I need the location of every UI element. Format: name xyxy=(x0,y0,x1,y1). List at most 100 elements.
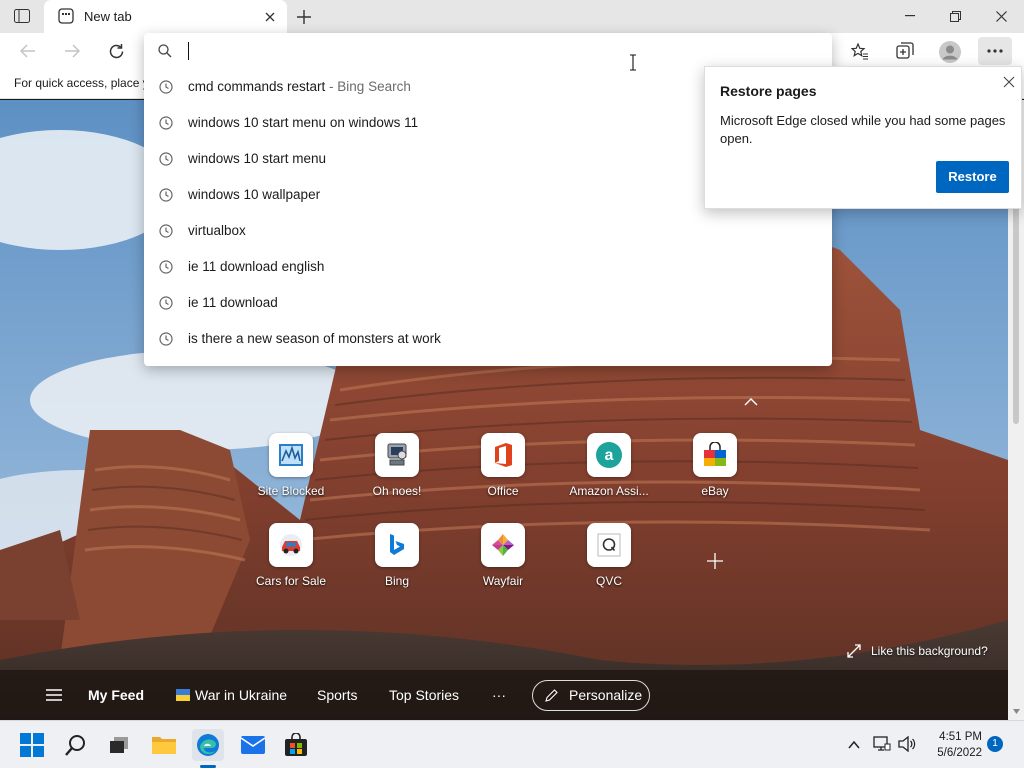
address-bar[interactable] xyxy=(144,33,832,69)
restore-button[interactable]: Restore xyxy=(936,161,1009,193)
quick-link-cars-for-sale[interactable]: Cars for Sale xyxy=(238,523,344,603)
scroll-down-icon[interactable] xyxy=(1012,707,1020,715)
history-icon xyxy=(159,152,173,166)
pencil-icon xyxy=(544,688,558,702)
suggestion-item[interactable]: virtualbox xyxy=(144,213,832,249)
suggestion-text: windows 10 start menu on windows 11 xyxy=(188,115,419,130)
store-button[interactable] xyxy=(280,729,312,761)
tab-sports[interactable]: Sports xyxy=(317,670,357,720)
suggestion-text: cmd commands restart - Bing Search xyxy=(188,79,411,94)
history-icon xyxy=(159,80,173,94)
edge-icon xyxy=(197,734,219,756)
site-blocked-icon xyxy=(269,433,313,477)
feed-navigation: My Feed War in Ukraine Sports Top Storie… xyxy=(0,670,1008,720)
close-dialog-icon[interactable] xyxy=(1001,74,1017,90)
suggestion-text: windows 10 start menu xyxy=(188,151,327,166)
dialog-message: Microsoft Edge closed while you had some… xyxy=(720,113,1006,146)
quick-link-label: Cars for Sale xyxy=(255,574,327,588)
search-icon xyxy=(157,43,173,59)
folder-icon xyxy=(152,737,176,754)
menu-icon[interactable] xyxy=(45,687,63,703)
mail-icon xyxy=(240,736,266,754)
refresh-icon[interactable] xyxy=(106,41,126,61)
restore-pages-dialog: Restore pages Microsoft Edge closed whil… xyxy=(704,66,1022,209)
qvc-icon xyxy=(587,523,631,567)
quick-link-label: QVC xyxy=(595,574,622,588)
history-icon xyxy=(159,116,173,130)
favorites-icon[interactable] xyxy=(849,41,871,61)
search-taskbar-button[interactable] xyxy=(60,729,92,761)
suggestion-text: windows 10 wallpaper xyxy=(188,187,321,202)
clock[interactable]: 4:51 PM 5/6/2022 xyxy=(926,729,982,761)
show-hidden-icons-chevron[interactable] xyxy=(845,737,863,753)
office-icon xyxy=(481,433,525,477)
suggestion-text: is there a new season of monsters at wor… xyxy=(188,331,441,346)
start-button[interactable] xyxy=(16,729,48,761)
history-icon xyxy=(159,188,173,202)
dialog-title: Restore pages xyxy=(720,83,817,99)
quick-link-bing[interactable]: Bing xyxy=(344,523,450,603)
svg-text:a: a xyxy=(605,447,614,464)
notification-badge[interactable]: 1 xyxy=(987,736,1003,752)
quick-link-label: eBay xyxy=(701,484,729,498)
suggestion-text: ie 11 download english xyxy=(188,259,325,274)
quick-link-ebay[interactable]: eBay xyxy=(662,433,768,513)
clock-date: 5/6/2022 xyxy=(937,747,982,759)
history-icon xyxy=(159,260,173,274)
more-tabs-button[interactable]: ··· xyxy=(492,670,506,720)
suggestion-item[interactable]: ie 11 download english xyxy=(144,249,832,285)
task-view-button[interactable] xyxy=(103,729,135,761)
file-explorer-button[interactable] xyxy=(148,729,180,761)
restore-window-button[interactable] xyxy=(945,6,965,26)
quick-link-label: Amazon Assi... xyxy=(569,484,649,498)
personalize-button[interactable]: Personalize xyxy=(532,680,650,711)
clock-time: 4:51 PM xyxy=(939,731,982,743)
task-view-icon xyxy=(110,737,128,753)
new-tab-page-icon xyxy=(58,8,74,24)
quick-link-label: Oh noes! xyxy=(372,484,422,498)
quick-link-label: Bing xyxy=(384,574,410,588)
volume-icon[interactable] xyxy=(897,735,917,753)
mail-button[interactable] xyxy=(237,729,269,761)
minimize-button[interactable] xyxy=(900,6,920,26)
close-window-button[interactable] xyxy=(991,6,1011,26)
close-tab-icon[interactable] xyxy=(262,9,278,25)
settings-and-more-button[interactable] xyxy=(978,37,1012,65)
tab-new-tab[interactable]: New tab xyxy=(44,0,287,33)
quick-link-oh-noes[interactable]: Oh noes! xyxy=(344,433,450,513)
like-background-link[interactable]: Like this background? xyxy=(871,643,988,659)
suggestion-item[interactable]: is there a new season of monsters at wor… xyxy=(144,321,832,357)
quick-link-label: Wayfair xyxy=(482,574,524,588)
ebay-icon xyxy=(693,433,737,477)
tab-strip: New tab xyxy=(0,0,1024,33)
network-icon[interactable] xyxy=(872,735,892,753)
quick-link-site-blocked[interactable]: Site Blocked xyxy=(238,433,344,513)
tab-war-in-ukraine[interactable]: War in Ukraine xyxy=(195,670,287,720)
add-quick-link-icon[interactable] xyxy=(703,549,727,573)
bing-icon xyxy=(375,523,419,567)
suggestion-source: - Bing Search xyxy=(325,79,411,94)
edge-taskbar-button[interactable] xyxy=(192,729,224,761)
tab-actions-icon[interactable] xyxy=(13,8,31,24)
history-icon xyxy=(159,224,173,238)
history-icon xyxy=(159,296,173,310)
forward-icon[interactable] xyxy=(62,42,82,60)
collapse-chevron-icon[interactable] xyxy=(741,394,761,410)
text-cursor-icon xyxy=(628,53,638,71)
suggestion-text: ie 11 download xyxy=(188,295,278,310)
suggestion-item[interactable]: ie 11 download xyxy=(144,285,832,321)
personalize-label: Personalize xyxy=(569,687,643,703)
new-tab-button[interactable] xyxy=(294,7,314,27)
back-icon[interactable] xyxy=(18,42,38,60)
favorites-bar-hint: For quick access, place y xyxy=(14,76,149,90)
quick-link-amazon-assistant[interactable]: a Amazon Assi... xyxy=(556,433,662,513)
quick-link-qvc[interactable]: QVC xyxy=(556,523,662,603)
search-icon xyxy=(65,735,85,756)
quick-link-wayfair[interactable]: Wayfair xyxy=(450,523,556,603)
wayfair-icon xyxy=(481,523,525,567)
tab-top-stories[interactable]: Top Stories xyxy=(389,670,459,720)
collections-icon[interactable] xyxy=(894,41,916,61)
tab-my-feed[interactable]: My Feed xyxy=(88,670,144,720)
quick-link-office[interactable]: Office xyxy=(450,433,556,513)
profile-avatar[interactable] xyxy=(938,40,962,64)
